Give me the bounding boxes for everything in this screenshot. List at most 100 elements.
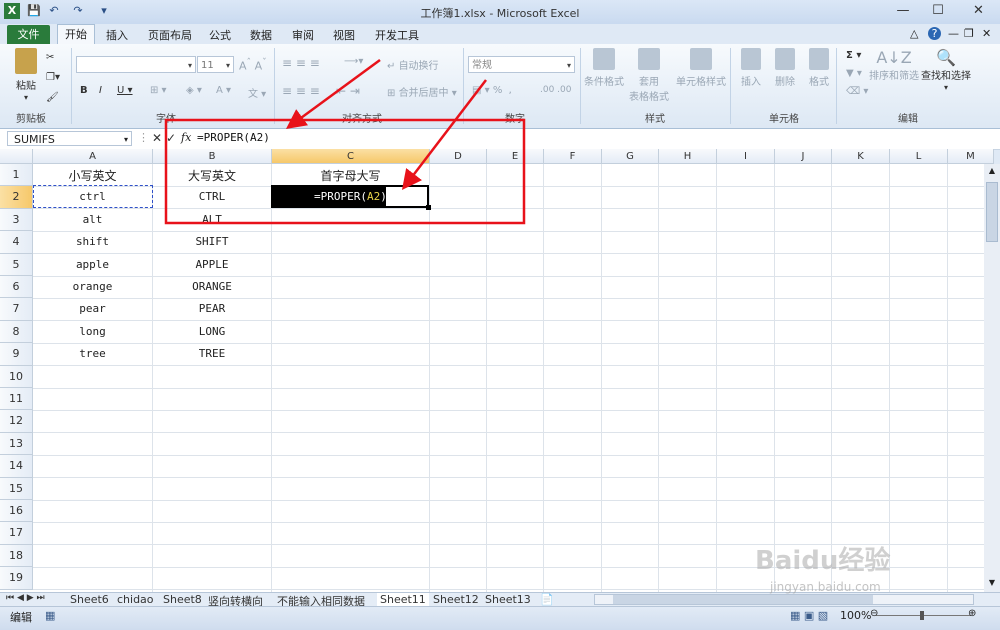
sheet-tab-7[interactable]: Sheet13	[485, 593, 531, 606]
view-buttons-icon[interactable]: ▦ ▣ ▧	[790, 609, 828, 622]
row-header-11[interactable]: 11	[0, 388, 33, 411]
cell-a8[interactable]: long	[33, 325, 152, 338]
format-cells-button[interactable]: 格式	[806, 48, 832, 88]
zoom-slider-thumb[interactable]	[920, 611, 924, 620]
doc-close-icon[interactable]: ✕	[982, 27, 991, 40]
horizontal-scrollbar[interactable]	[594, 594, 974, 605]
decimal-icon[interactable]: .00 .00	[540, 85, 572, 95]
format-painter-icon[interactable]: 🖌	[46, 92, 59, 103]
format-as-table-button[interactable]: 套用 表格格式	[627, 48, 671, 103]
column-header-a[interactable]: A	[33, 149, 153, 164]
find-select-button[interactable]: 🔍 查找和选择 ▾	[920, 48, 972, 93]
column-header-c[interactable]: C	[272, 149, 430, 164]
tab-data[interactable]: 数据	[250, 27, 272, 43]
doc-minimize-icon[interactable]: —	[948, 27, 959, 40]
tab-review[interactable]: 审阅	[292, 27, 314, 43]
macro-record-icon[interactable]: ▦	[45, 609, 55, 622]
close-button[interactable]: ✕	[957, 0, 1000, 22]
cell-b6[interactable]: ORANGE	[153, 280, 271, 293]
row-header-4[interactable]: 4	[0, 231, 33, 254]
underline-button[interactable]: U ▾	[117, 85, 133, 96]
number-format-combo[interactable]: 常规 ▾	[468, 56, 575, 73]
name-box[interactable]: SUMIFS ▾	[7, 131, 132, 146]
cell-a4[interactable]: shift	[33, 235, 152, 248]
cell-b1[interactable]: 大写英文	[153, 167, 271, 184]
cut-icon[interactable]: ✂	[46, 52, 54, 63]
column-header-k[interactable]: K	[832, 149, 890, 164]
cell-a6[interactable]: orange	[33, 280, 152, 293]
cell-b3[interactable]: ALT	[153, 213, 271, 226]
insert-sheet-icon[interactable]: 📄	[540, 593, 554, 606]
cell-b4[interactable]: SHIFT	[153, 235, 271, 248]
delete-cells-button[interactable]: 删除	[772, 48, 798, 88]
sheet-tab-1[interactable]: chidao	[117, 593, 154, 606]
merge-center-button[interactable]: ⊞ 合并后居中 ▾	[387, 84, 457, 99]
insert-function-icon[interactable]: fx	[181, 131, 191, 144]
tab-developer[interactable]: 开发工具	[375, 27, 419, 43]
font-name-combo[interactable]: ▾	[76, 56, 196, 73]
conditional-format-button[interactable]: 条件格式	[583, 48, 625, 88]
column-header-e[interactable]: E	[487, 149, 544, 164]
cell-a9[interactable]: tree	[33, 347, 152, 360]
row-header-10[interactable]: 10	[0, 365, 33, 388]
select-all-corner[interactable]	[0, 149, 33, 164]
grow-font-icon[interactable]: Aˆ Aˇ	[239, 57, 267, 73]
row-header-16[interactable]: 16	[0, 500, 33, 523]
maximize-button[interactable]: ☐	[921, 0, 955, 22]
wrap-text-button[interactable]: ↵ 自动换行	[387, 57, 439, 72]
tab-home[interactable]: 开始	[57, 24, 95, 45]
clear-icon[interactable]: ⌫ ▾	[846, 86, 868, 97]
ribbon-minimize-icon[interactable]: △	[910, 27, 918, 40]
align-top-icon[interactable]: ≡ ≡ ≡	[282, 56, 320, 70]
zoom-out-icon[interactable]: ⊖	[870, 608, 878, 619]
row-header-18[interactable]: 18	[0, 544, 33, 568]
cell-c1[interactable]: 首字母大写	[272, 167, 429, 184]
column-header-l[interactable]: L	[890, 149, 948, 164]
minimize-button[interactable]: —	[886, 0, 920, 22]
fill-icon[interactable]: ▼ ▾	[846, 68, 862, 79]
enter-icon[interactable]: ✓	[166, 131, 176, 145]
insert-cells-button[interactable]: 插入	[738, 48, 764, 88]
row-header-7[interactable]: 7	[0, 298, 33, 321]
cancel-icon[interactable]: ✕	[152, 131, 162, 145]
column-header-d[interactable]: D	[430, 149, 487, 164]
italic-button[interactable]: I	[99, 85, 102, 96]
paste-button[interactable]: 粘贴 ▾	[12, 48, 40, 103]
row-header-1[interactable]: 1	[0, 164, 33, 187]
cell-a5[interactable]: apple	[33, 258, 152, 271]
row-header-3[interactable]: 3	[0, 208, 33, 232]
tab-file[interactable]: 文件	[7, 25, 50, 44]
phonetic-icon[interactable]: 文 ▾	[248, 85, 266, 100]
row-header-9[interactable]: 9	[0, 343, 33, 366]
row-header-17[interactable]: 17	[0, 522, 33, 545]
cell-b2[interactable]: CTRL	[153, 190, 271, 203]
vertical-scrollbar[interactable]: ▲ ▼	[984, 164, 1000, 592]
h-scroll-thumb[interactable]	[613, 595, 873, 604]
cell-b5[interactable]: APPLE	[153, 258, 271, 271]
cell-b7[interactable]: PEAR	[153, 302, 271, 315]
column-header-j[interactable]: J	[775, 149, 832, 164]
sheet-nav-icons[interactable]: ⏮ ◀ ▶ ⏭	[6, 593, 45, 603]
sheet-tab-5[interactable]: Sheet11	[377, 593, 429, 606]
border-icon[interactable]: ⊞ ▾	[150, 85, 167, 96]
indent-icon[interactable]: ⇤ ⇥	[336, 84, 360, 98]
row-header-19[interactable]: 19	[0, 567, 33, 590]
sort-filter-button[interactable]: A↓Z 排序和筛选	[868, 48, 920, 82]
fill-handle[interactable]	[426, 205, 431, 210]
orientation-icon[interactable]: ⟶▾	[344, 56, 363, 67]
cell-a7[interactable]: pear	[33, 302, 152, 315]
formula-input[interactable]: =PROPER(A2)	[197, 131, 270, 144]
sheet-tab-2[interactable]: Sheet8	[163, 593, 202, 606]
cell-b9[interactable]: TREE	[153, 347, 271, 360]
cell-styles-button[interactable]: 单元格样式	[676, 48, 726, 88]
sheet-tab-6[interactable]: Sheet12	[433, 593, 479, 606]
align-left-icon[interactable]: ≡ ≡ ≡	[282, 84, 320, 98]
column-header-m[interactable]: M	[948, 149, 994, 164]
row-header-6[interactable]: 6	[0, 276, 33, 299]
scroll-thumb[interactable]	[986, 182, 998, 242]
tab-page-layout[interactable]: 页面布局	[148, 27, 192, 43]
column-header-b[interactable]: B	[153, 149, 272, 164]
autosum-icon[interactable]: Σ ▾	[846, 50, 861, 61]
row-header-12[interactable]: 12	[0, 410, 33, 433]
spreadsheet-grid[interactable]: ABCDEFGHIJKLM 1 2 3 4 5 6 7 8 9 10 11 12 13 14 15 16 17 1…	[0, 149, 994, 592]
